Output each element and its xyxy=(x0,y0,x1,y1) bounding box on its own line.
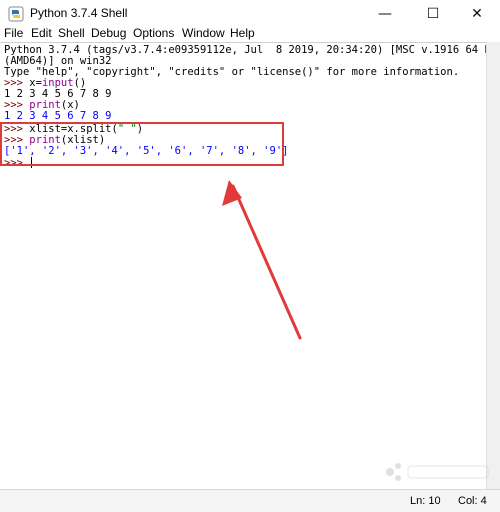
baidu-jingyan-logo xyxy=(386,463,489,481)
annotation-arrow-icon xyxy=(222,180,302,340)
idle-shell-window: Python 3.7.4 Shell — ☐ ✕ File Edit Shell… xyxy=(0,0,500,512)
